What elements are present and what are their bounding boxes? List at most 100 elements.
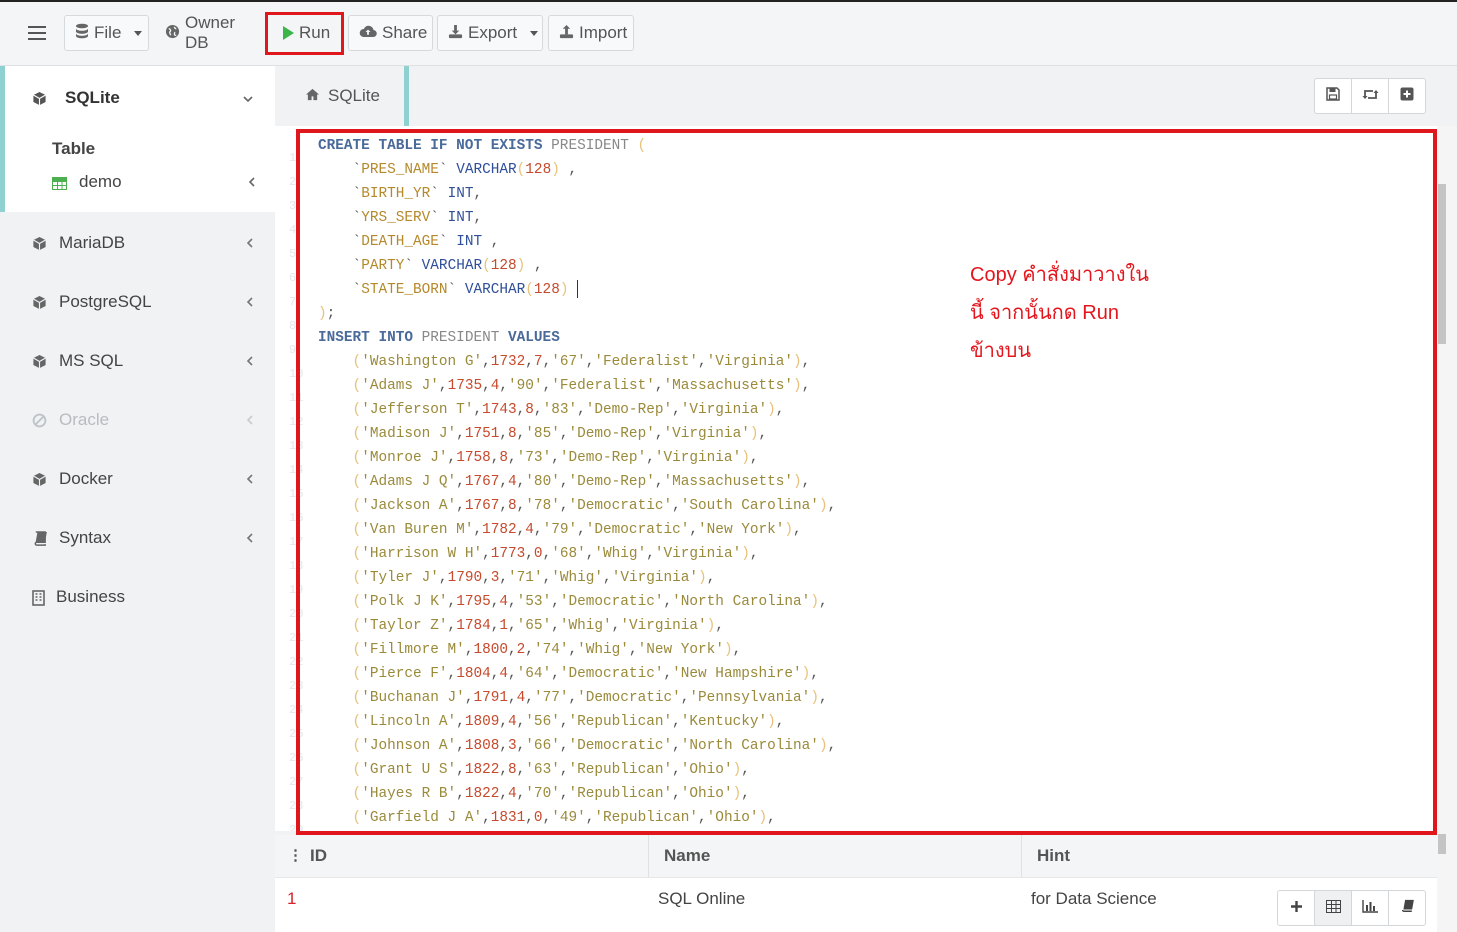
cube-icon: [32, 91, 46, 106]
retweet-icon: [1362, 88, 1379, 105]
import-label: Import: [579, 23, 628, 42]
code-line: ('Adams J',1735,4,'90','Federalist','Mas…: [352, 378, 811, 394]
share-button[interactable]: Share: [348, 15, 433, 51]
cloud-upload-icon: [359, 24, 377, 42]
tab-sqlite[interactable]: SQLite: [275, 66, 409, 126]
code-line: `BIRTH_YR` INT,: [318, 186, 483, 202]
code-line: ('Adams J Q',1767,4,'80','Demo-Rep','Mas…: [352, 474, 811, 490]
results-scrollbar-thumb[interactable]: [1438, 834, 1446, 854]
code-line: ('Lincoln A',1809,4,'56','Republican','K…: [352, 714, 785, 730]
sidebar-item-postgresql[interactable]: PostgreSQL: [0, 282, 275, 322]
table-row[interactable]: 1 SQL Online for Data Science: [275, 878, 1437, 920]
sidebar-item-docker[interactable]: Docker: [0, 459, 275, 499]
sidebar-active-group: SQLite Table demo: [0, 66, 275, 212]
column-menu-icon[interactable]: ⋮: [288, 846, 303, 864]
cube-icon: [32, 354, 46, 369]
building-icon: [32, 590, 46, 606]
table-item-demo[interactable]: demo: [0, 162, 275, 202]
editor-tools: [1314, 78, 1426, 114]
sql-code[interactable]: CREATE TABLE IF NOT EXISTS PRESIDENT ( `…: [318, 134, 836, 830]
sidebar-item-mssql[interactable]: MS SQL: [0, 341, 275, 381]
file-button[interactable]: File: [64, 15, 149, 51]
results-tools: [1277, 890, 1426, 926]
owner-db-button[interactable]: Owner DB: [154, 13, 265, 52]
cube-icon: [32, 295, 46, 310]
refresh-button[interactable]: [1352, 79, 1389, 113]
sidebar-item-oracle: Oracle: [0, 400, 275, 440]
code-line: ('Pierce F',1804,4,'64','Democratic','Ne…: [352, 666, 819, 682]
cube-icon: [32, 236, 46, 251]
ban-icon: [32, 413, 47, 428]
line-numbers: 1 2 3 4 5 6 7 8 9 10 11 12 13 14 15 16 1…: [289, 151, 304, 831]
sql-editor[interactable]: 1 2 3 4 5 6 7 8 9 10 11 12 13 14 15 16 1…: [275, 126, 1437, 831]
column-header-name[interactable]: Name: [664, 846, 710, 866]
share-label: Share: [382, 23, 428, 42]
sidebar-item-label: SQLite: [65, 88, 120, 107]
chart-view-button[interactable]: [1352, 891, 1389, 925]
sidebar-item-mariadb[interactable]: MariaDB: [0, 223, 275, 263]
chevron-left-icon: [246, 294, 253, 310]
code-line: ('Van Buren M',1782,4,'79','Democratic',…: [352, 522, 802, 538]
table-icon: [1325, 899, 1341, 917]
column-header-hint[interactable]: Hint: [1037, 846, 1070, 866]
save-icon: [1326, 87, 1340, 105]
cell-name: SQL Online: [658, 889, 746, 908]
import-button[interactable]: Import: [548, 15, 634, 51]
table-name: demo: [79, 172, 122, 191]
sidebar-item-label: Business: [56, 587, 125, 606]
text-cursor: [577, 280, 579, 299]
sidebar-item-label: Docker: [59, 469, 113, 488]
editor-scrollbar-thumb[interactable]: [1438, 184, 1446, 344]
cell-hint: for Data Science: [1031, 889, 1157, 908]
results-header: ⋮ ID Name Hint: [275, 835, 1437, 878]
sidebar-item-label: MariaDB: [59, 233, 126, 252]
column-header-id[interactable]: ID: [310, 846, 327, 866]
cube-icon: [32, 472, 46, 487]
column-divider: [1021, 835, 1022, 877]
menu-icon[interactable]: [26, 22, 48, 44]
plus-icon: [1290, 900, 1303, 917]
code-line: ('Taylor Z',1784,1,'65','Whig','Virginia…: [352, 618, 724, 634]
add-tab-button[interactable]: [1389, 79, 1425, 113]
upload-icon: [559, 24, 574, 43]
sidebar-item-sqlite[interactable]: SQLite: [0, 78, 275, 118]
sidebar-item-syntax[interactable]: Syntax: [0, 518, 275, 558]
run-highlight-frame: [265, 12, 344, 55]
code-line: ('Harrison W H',1773,0,'68','Whig','Virg…: [352, 546, 759, 562]
sidebar-item-label: MS SQL: [59, 351, 124, 370]
sidebar-item-label: Oracle: [59, 410, 110, 429]
download-icon: [448, 24, 463, 43]
chevron-left-icon: [248, 174, 255, 190]
code-line: );: [318, 306, 336, 322]
sidebar: SQLite Table demo MariaDB PostgreSQL MS …: [0, 66, 275, 932]
chevron-down-icon: [134, 30, 143, 36]
code-line: `PRES_NAME` VARCHAR(128) ,: [318, 162, 578, 178]
export-button[interactable]: Export: [437, 15, 543, 51]
code-line: ('Grant U S',1822,8,'63','Republican','O…: [352, 762, 750, 778]
code-line: ('Buchanan J',1791,4,'77','Democratic','…: [352, 690, 828, 706]
chevron-down-icon: [530, 30, 539, 36]
chevron-left-icon: [246, 353, 253, 369]
globe-icon: [165, 24, 180, 43]
book-icon: [1400, 899, 1414, 917]
annotation-line: Copy คำสั่งมาวางใน: [970, 264, 1149, 286]
book-icon: [32, 531, 47, 546]
file-label: File: [94, 23, 122, 42]
annotation-line: ข้างบน: [970, 340, 1032, 362]
editor-tabbar: SQLite: [275, 66, 1457, 126]
add-row-button[interactable]: [1278, 891, 1315, 925]
code-line: ('Johnson A',1808,3,'66','Democratic','N…: [352, 738, 837, 754]
home-icon: [305, 86, 320, 106]
code-line: ('Garfield J A',1831,0,'49','Republican'…: [352, 810, 776, 826]
results-grid: ⋮ ID Name Hint 1 SQL Online for Data Sci…: [275, 835, 1437, 932]
annotation-line: นี้ จากนั้นกด Run: [970, 302, 1119, 324]
table-view-button[interactable]: [1315, 891, 1352, 925]
export-label: Export: [468, 23, 518, 42]
docs-button[interactable]: [1389, 891, 1425, 925]
chevron-down-icon: [243, 90, 253, 106]
code-line: `DEATH_AGE` INT ,: [318, 234, 500, 250]
save-button[interactable]: [1315, 79, 1352, 113]
plus-square-icon: [1400, 87, 1414, 105]
code-line: `STATE_BORN` VARCHAR(128): [318, 280, 579, 299]
sidebar-item-business[interactable]: Business: [0, 577, 275, 617]
